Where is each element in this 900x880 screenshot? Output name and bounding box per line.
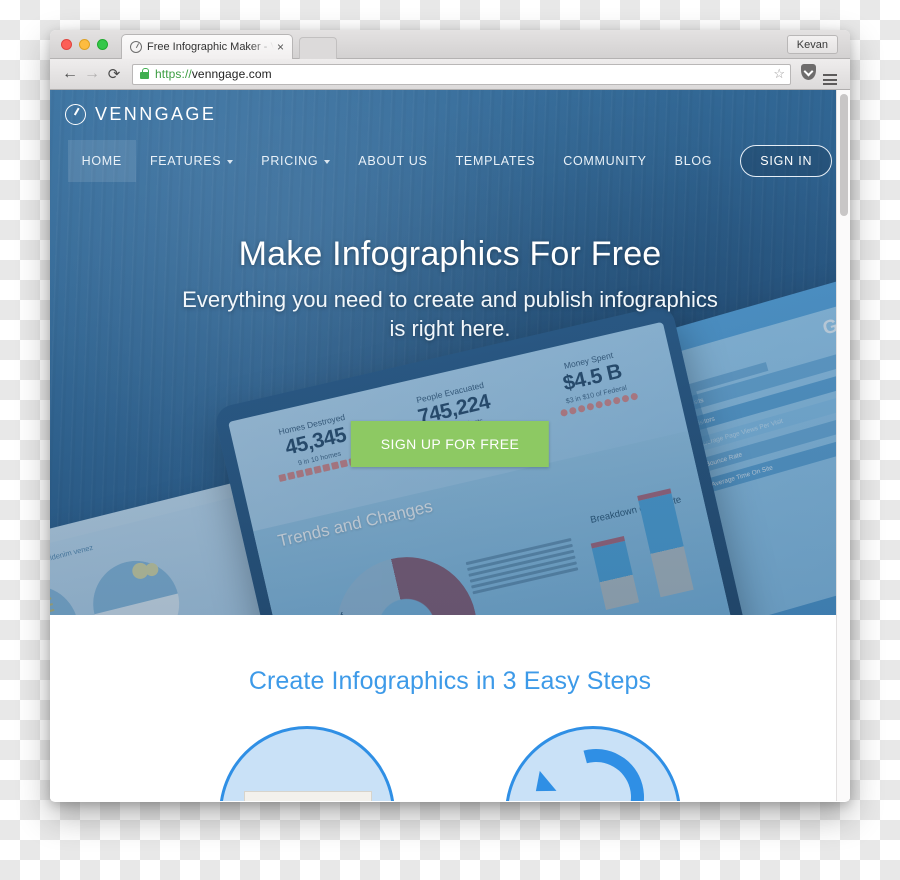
artwork-bar — [637, 488, 694, 598]
nav-item-features[interactable]: FEATURES — [136, 140, 247, 182]
nav-item-label: HOME — [81, 154, 122, 168]
sign-in-button[interactable]: SIGN IN — [740, 145, 833, 177]
hero-subtitle-line2: is right here. — [389, 315, 511, 341]
browser-window: Free Infographic Maker - V × Kevan ← → ⟳… — [50, 30, 850, 802]
step-circle-list: THE Most — [50, 726, 850, 801]
nav-item-blog[interactable]: BLOG — [661, 140, 727, 182]
page-viewport: ma quos prasens perdidenim venez Book Cl… — [50, 90, 850, 801]
hero-section: ma quos prasens perdidenim venez Book Cl… — [50, 90, 850, 615]
nav-item-community[interactable]: COMMUNITY — [549, 140, 660, 182]
url-scheme: https:// — [155, 67, 192, 81]
chevron-down-icon — [227, 160, 234, 164]
user-profile-chip[interactable]: Kevan — [786, 35, 838, 54]
close-tab-icon[interactable]: × — [275, 41, 286, 53]
page-scrollbar[interactable] — [836, 90, 850, 801]
nav-item-home[interactable]: HOME — [67, 140, 136, 182]
tab-title: Free Infographic Maker - V — [147, 41, 275, 53]
artwork-circle-cloud: Cloud — [84, 551, 189, 615]
artwork-donut-chart — [322, 543, 491, 615]
nav-item-label: BLOG — [674, 154, 713, 168]
browser-tab[interactable]: Free Infographic Maker - V × — [121, 34, 293, 59]
close-window-button[interactable] — [61, 39, 72, 50]
artwork-chart-label: Strength of — [295, 611, 345, 615]
clock-icon — [130, 41, 142, 53]
sign-up-for-free-button[interactable]: SIGN UP FOR FREE — [350, 421, 550, 467]
new-tab-button[interactable] — [299, 37, 337, 59]
hero-subtitle: Everything you need to create and publis… — [50, 286, 850, 343]
chevron-down-icon — [324, 160, 331, 164]
nav-item-pricing[interactable]: PRICING — [247, 140, 344, 182]
maximize-window-button[interactable] — [97, 39, 108, 50]
browser-toolbar: ← → ⟳ https://venngage.com ☆ — [50, 59, 850, 90]
window-controls — [61, 39, 108, 50]
nav-item-label: TEMPLATES — [455, 154, 536, 168]
back-button[interactable]: ← — [59, 66, 81, 82]
nav-item-label: ABOUT US — [358, 154, 428, 168]
reload-button[interactable]: ⟳ — [103, 65, 125, 83]
hero-title: Make Infographics For Free — [238, 235, 662, 273]
scrollbar-thumb[interactable] — [840, 94, 848, 216]
site-navigation: HOME FEATURES PRICING ABOUT US TEMPLATES — [50, 140, 850, 182]
artwork-bar — [590, 536, 640, 610]
nav-item-templates[interactable]: TEMPLATES — [442, 140, 550, 182]
step-circle-one: THE Most — [219, 726, 395, 801]
nav-item-label: COMMUNITY — [563, 154, 647, 168]
nav-item-label: FEATURES — [149, 154, 222, 168]
hero-subtitle-line1: Everything you need to create and publis… — [182, 287, 718, 312]
step-circle-two — [505, 726, 681, 801]
artwork-stat: Money Spent $4.5 B $3 in $10 of Federal — [518, 340, 669, 425]
artwork-lorem-lines — [465, 537, 579, 597]
venngage-logo-icon — [65, 104, 86, 125]
nav-item-label: PRICING — [261, 154, 319, 168]
site-logo-text: VENNGAGE — [95, 104, 217, 124]
bookmark-star-icon[interactable]: ☆ — [773, 66, 785, 82]
hamburger-menu-icon[interactable] — [819, 63, 841, 85]
steps-title: Create Infographics in 3 Easy Steps — [248, 667, 652, 695]
artwork-circle-book: Book — [50, 576, 88, 615]
forward-button[interactable]: → — [81, 66, 103, 82]
browser-titlebar: Free Infographic Maker - V × Kevan — [50, 30, 850, 59]
nav-item-about-us[interactable]: ABOUT US — [344, 140, 441, 182]
minimize-window-button[interactable] — [79, 39, 90, 50]
url-text: https://venngage.com — [155, 67, 272, 81]
lock-icon — [140, 67, 149, 79]
site-logo[interactable]: VENNGAGE — [65, 104, 216, 125]
steps-section: Create Infographics in 3 Easy Steps THE … — [50, 615, 850, 801]
url-host: venngage.com — [191, 67, 272, 81]
newspaper-icon: THE Most — [244, 791, 372, 801]
address-bar[interactable]: https://venngage.com ☆ — [132, 63, 791, 85]
shield-icon[interactable] — [797, 63, 819, 85]
